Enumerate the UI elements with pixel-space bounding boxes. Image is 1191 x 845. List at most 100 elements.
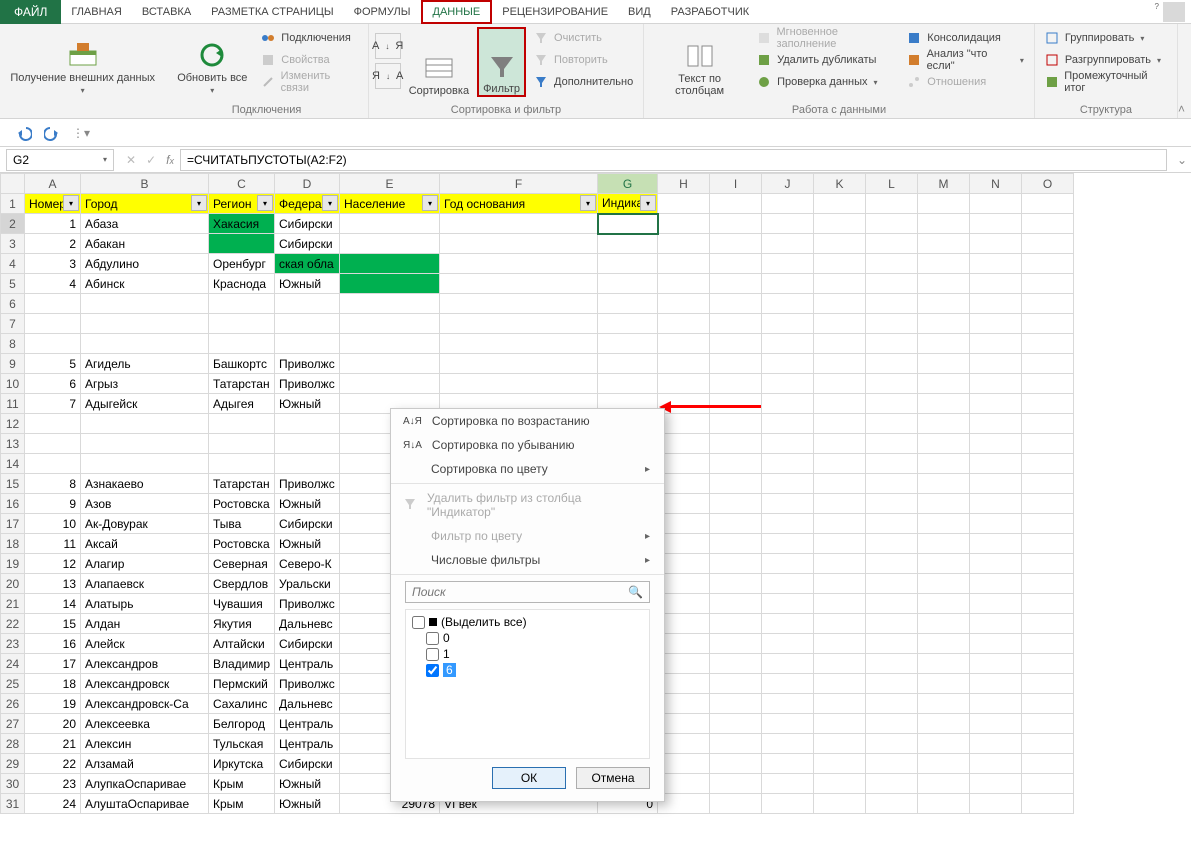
row-header[interactable]: 26 [1, 694, 25, 714]
cell[interactable] [814, 754, 866, 774]
cell[interactable] [970, 414, 1022, 434]
cell[interactable] [918, 474, 970, 494]
cell[interactable]: ская обла [275, 254, 340, 274]
cell[interactable] [918, 414, 970, 434]
cell[interactable] [918, 574, 970, 594]
filter-ok-button[interactable]: ОК [492, 767, 566, 789]
cell[interactable] [866, 214, 918, 234]
tab-view[interactable]: ВИД [618, 0, 661, 24]
cell[interactable]: АлуштаОспаривае [81, 794, 209, 814]
cell[interactable] [710, 674, 762, 694]
cell[interactable] [710, 294, 762, 314]
cell[interactable] [340, 314, 440, 334]
cell[interactable] [970, 454, 1022, 474]
formula-bar-expand-icon[interactable]: ⌄ [1173, 153, 1191, 167]
cell[interactable] [1022, 594, 1074, 614]
cell[interactable] [658, 454, 710, 474]
cell[interactable] [814, 514, 866, 534]
cell[interactable] [762, 254, 814, 274]
cell[interactable] [710, 594, 762, 614]
cell[interactable]: Северная [209, 554, 275, 574]
cell[interactable]: Алзамай [81, 754, 209, 774]
cell[interactable] [814, 594, 866, 614]
cell[interactable] [918, 554, 970, 574]
clear-filter-button[interactable]: Очистить [530, 27, 637, 49]
cell[interactable]: 5 [25, 354, 81, 374]
cell[interactable]: 13 [25, 574, 81, 594]
cell[interactable] [814, 194, 866, 214]
row-header[interactable]: 20 [1, 574, 25, 594]
tab-pagelayout[interactable]: РАЗМЕТКА СТРАНИЦЫ [201, 0, 343, 24]
cell[interactable]: Аксай [81, 534, 209, 554]
cell[interactable] [762, 694, 814, 714]
cell[interactable] [710, 274, 762, 294]
col-header-E[interactable]: E [340, 174, 440, 194]
cell[interactable]: Азов [81, 494, 209, 514]
cell[interactable] [658, 594, 710, 614]
cell[interactable]: Южный [275, 494, 340, 514]
cell[interactable] [658, 334, 710, 354]
formula-input[interactable]: =СЧИТАТЬПУСТОТЫ(A2:F2) [180, 149, 1167, 171]
cell[interactable] [970, 254, 1022, 274]
cell[interactable]: Алагир [81, 554, 209, 574]
cell[interactable]: Ростовска [209, 534, 275, 554]
cell[interactable] [598, 274, 658, 294]
cell[interactable] [970, 654, 1022, 674]
cell[interactable]: Северо-К [275, 554, 340, 574]
cell[interactable] [866, 774, 918, 794]
col-header-F[interactable]: F [440, 174, 598, 194]
row-header[interactable]: 22 [1, 614, 25, 634]
cell[interactable] [275, 414, 340, 434]
cell[interactable]: Башкортс [209, 354, 275, 374]
cell[interactable] [710, 254, 762, 274]
cell[interactable] [658, 474, 710, 494]
cell[interactable] [970, 194, 1022, 214]
row-header[interactable]: 8 [1, 334, 25, 354]
cell[interactable] [1022, 274, 1074, 294]
cell[interactable] [440, 214, 598, 234]
cell[interactable] [814, 794, 866, 814]
cell[interactable] [762, 514, 814, 534]
cell[interactable] [710, 734, 762, 754]
cell[interactable] [762, 554, 814, 574]
cell[interactable]: 9 [25, 494, 81, 514]
cell[interactable]: Алдан [81, 614, 209, 634]
cell[interactable] [814, 554, 866, 574]
cell[interactable]: Алапаевск [81, 574, 209, 594]
cell[interactable]: Азнакаево [81, 474, 209, 494]
cell[interactable] [658, 234, 710, 254]
cell[interactable] [866, 434, 918, 454]
consolidate-button[interactable]: Консолидация [903, 27, 1028, 49]
cell[interactable] [710, 714, 762, 734]
cell[interactable] [1022, 294, 1074, 314]
cell[interactable] [866, 794, 918, 814]
row-header[interactable]: 1 [1, 194, 25, 214]
cell[interactable]: Агрыз [81, 374, 209, 394]
cell[interactable] [710, 394, 762, 414]
table-header-D[interactable]: Федерал▾ [275, 194, 340, 214]
cell[interactable] [866, 514, 918, 534]
table-header-B[interactable]: Город▾ [81, 194, 209, 214]
cell[interactable] [340, 274, 440, 294]
cell[interactable] [275, 334, 340, 354]
cell[interactable]: 24 [25, 794, 81, 814]
qat-overflow-icon[interactable]: ⋮▾ [72, 126, 90, 140]
cell[interactable] [658, 374, 710, 394]
col-header-I[interactable]: I [710, 174, 762, 194]
cell[interactable] [658, 314, 710, 334]
cell[interactable] [970, 294, 1022, 314]
cell[interactable] [658, 414, 710, 434]
cell[interactable] [710, 434, 762, 454]
cell[interactable] [814, 334, 866, 354]
cell[interactable]: 4 [25, 274, 81, 294]
cell[interactable] [710, 574, 762, 594]
cell[interactable] [209, 234, 275, 254]
cell[interactable] [710, 694, 762, 714]
cell[interactable] [1022, 434, 1074, 454]
tab-file[interactable]: ФАЙЛ [0, 0, 61, 24]
row-header[interactable]: 16 [1, 494, 25, 514]
cell[interactable] [814, 734, 866, 754]
cell[interactable]: Алатырь [81, 594, 209, 614]
subtotal-button[interactable]: Промежуточный итог [1041, 71, 1171, 93]
cell[interactable] [440, 374, 598, 394]
